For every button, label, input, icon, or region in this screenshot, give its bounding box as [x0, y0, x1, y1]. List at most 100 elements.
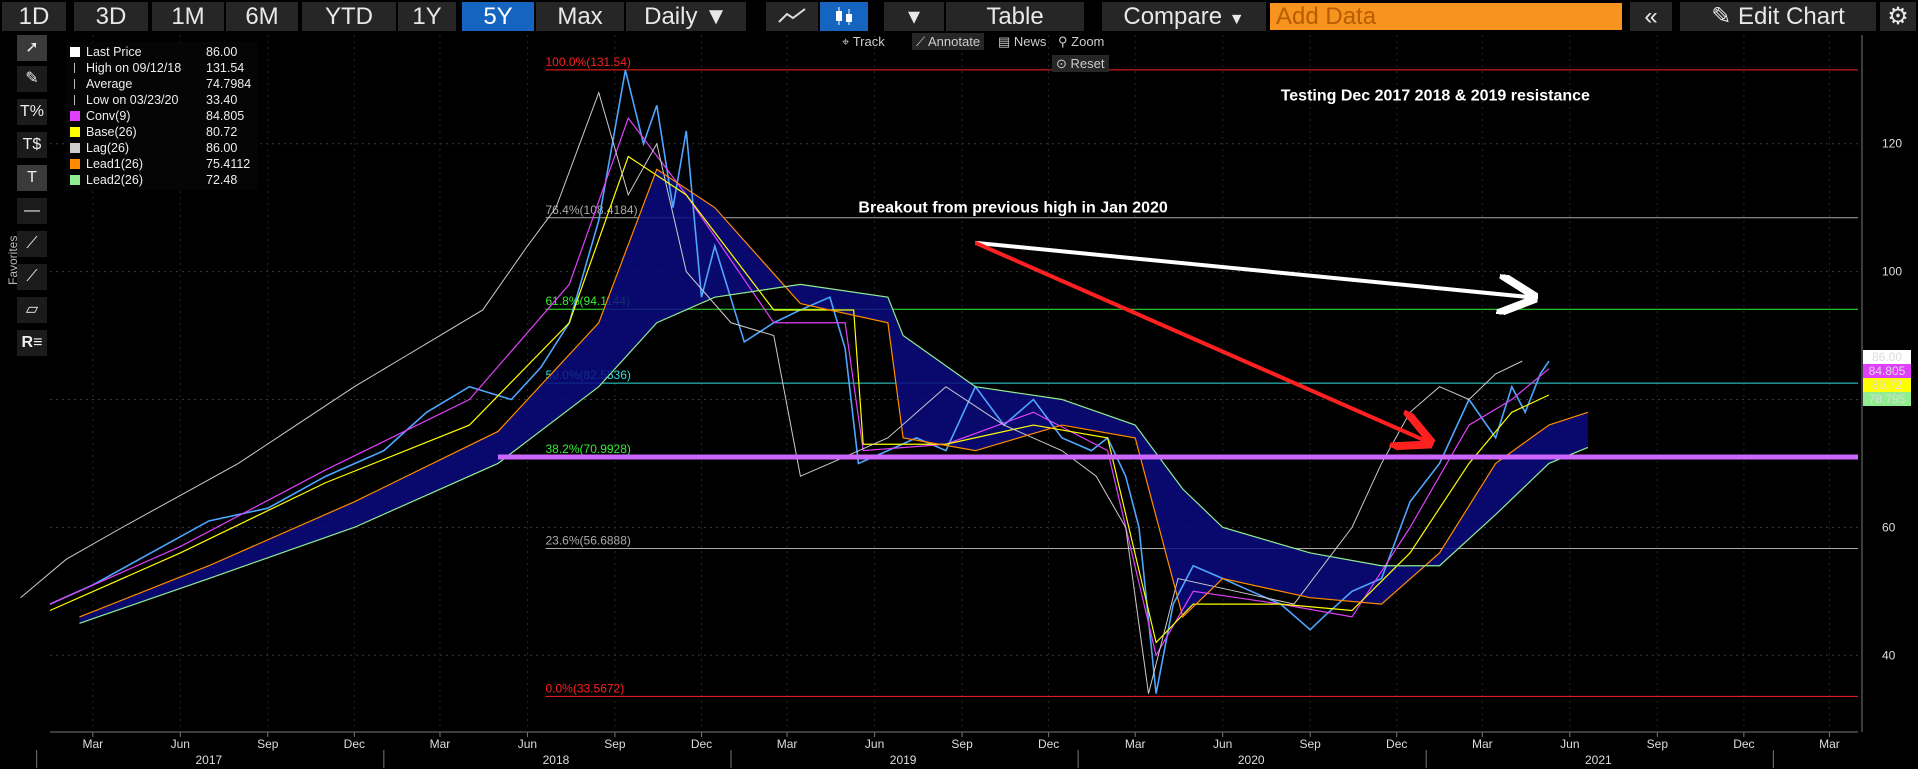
- frequency-dropdown[interactable]: Daily ▼: [626, 2, 746, 31]
- year-label: 2017: [195, 753, 222, 767]
- period-button-max[interactable]: Max: [536, 2, 624, 31]
- legend-value: 33.40: [206, 93, 238, 107]
- legend-value: 86.00: [206, 45, 238, 59]
- legend-swatch: [70, 111, 80, 121]
- x-tick-label: Mar: [1819, 737, 1840, 751]
- price-tag: 84.805: [1869, 364, 1906, 378]
- pen-icon: ✎: [25, 70, 39, 87]
- legend-item[interactable]: Low on 03/23/20 33.40: [66, 92, 258, 108]
- legend-label: Last Price: [86, 45, 142, 59]
- x-tick-label: Mar: [430, 737, 451, 751]
- period-button-6m[interactable]: 6M: [226, 2, 298, 31]
- legend-item[interactable]: Base(26) 80.72: [66, 124, 258, 140]
- horizontal-line-icon: —: [24, 202, 40, 219]
- reset-label: Reset: [1070, 56, 1105, 71]
- legend-item[interactable]: Lag(26) 86.00: [66, 140, 258, 156]
- compare-label: Compare: [1123, 3, 1223, 30]
- channel-icon: ▱: [25, 301, 39, 318]
- x-tick-label: Mar: [1125, 737, 1146, 751]
- regression-tool[interactable]: R≡: [17, 330, 47, 356]
- reset-button[interactable]: ⊙ Reset: [1052, 55, 1109, 72]
- legend-value: 80.72: [206, 125, 238, 139]
- legend-swatch: [70, 175, 80, 185]
- drawing-toolbar: ➚ ✎ T% T$ T — ⟋ ⟋ ▱ R≡ Favorites: [0, 33, 48, 356]
- legend-item[interactable]: Lead1(26) 75.4112: [66, 156, 258, 172]
- table-button[interactable]: Table: [946, 2, 1084, 31]
- legend-label: Lag(26): [86, 141, 130, 155]
- period-button-1y[interactable]: 1Y: [398, 2, 456, 31]
- x-tick-label: Sep: [604, 737, 626, 751]
- track-button[interactable]: ⌖ Track: [842, 33, 885, 50]
- period-button-1m[interactable]: 1M: [152, 2, 224, 31]
- x-tick-label: Jun: [865, 737, 884, 751]
- line-chart-type-button[interactable]: [766, 2, 818, 31]
- chart-type-dropdown[interactable]: ▾: [884, 2, 944, 31]
- ray-tool[interactable]: ⟋: [17, 264, 47, 290]
- dollar-tool[interactable]: T$: [17, 132, 47, 158]
- legend-item[interactable]: Lead2(26) 72.48: [66, 172, 258, 188]
- annotate-button[interactable]: ⟋ Annotate: [912, 33, 985, 50]
- collapse-button[interactable]: «: [1630, 2, 1672, 31]
- favorites-label: Favorites: [6, 235, 20, 285]
- x-tick-label: Jun: [1213, 737, 1232, 751]
- trendline-tool[interactable]: ⟋: [17, 231, 47, 257]
- x-tick-label: Dec: [344, 737, 365, 751]
- compare-dropdown[interactable]: Compare ▼: [1102, 2, 1266, 31]
- legend-item[interactable]: Last Price 86.00: [66, 44, 258, 60]
- regression-icon: R≡: [21, 334, 43, 351]
- dollar-icon: T$: [22, 136, 42, 153]
- year-label: 2018: [543, 753, 570, 767]
- y-tick-label: 40: [1882, 648, 1896, 662]
- fibonacci-label: 100.0%(131.54): [546, 55, 631, 69]
- zoom-label: Zoom: [1071, 34, 1105, 49]
- settings-button[interactable]: ⚙: [1880, 2, 1916, 31]
- percent-tool[interactable]: T%: [17, 99, 47, 125]
- year-label: 2019: [890, 753, 917, 767]
- cursor-tool[interactable]: ➚: [17, 35, 47, 61]
- legend: Last Price 86.00 High on 09/12/18 131.54 Ave…: [66, 42, 258, 190]
- annotate-icon: ⟋: [916, 34, 926, 49]
- fibonacci-label: 0.0%(33.5672): [546, 681, 625, 695]
- edit-chart-label: Edit Chart: [1738, 3, 1845, 30]
- period-button-3d[interactable]: 3D: [74, 2, 148, 31]
- pencil-icon: ✎: [1711, 3, 1732, 30]
- fibonacci-label: 23.6%(56.6888): [546, 534, 631, 548]
- top-toolbar: 1D 3D 1M 6M YTD 1Y 5Y Max Daily ▼ ▾ Table Compa…: [0, 0, 1918, 33]
- gear-icon: ⚙: [1887, 3, 1909, 30]
- chevron-down-icon: ▼: [704, 3, 728, 30]
- legend-label: Lead2(26): [86, 173, 143, 187]
- pen-tool[interactable]: ✎: [17, 66, 47, 92]
- channel-tool[interactable]: ▱: [17, 297, 47, 323]
- x-tick-label: Jun: [518, 737, 537, 751]
- edit-chart-button[interactable]: ✎ Edit Chart: [1680, 2, 1876, 31]
- x-tick-label: Dec: [1386, 737, 1407, 751]
- legend-label: High on 09/12/18: [86, 61, 182, 75]
- legend-swatch: [74, 79, 76, 89]
- chevron-down-icon: ▾: [907, 3, 921, 30]
- trendline-icon: ⟋: [26, 235, 38, 252]
- news-button[interactable]: ▤ News: [998, 33, 1046, 50]
- magnifier-icon: ⚲: [1058, 34, 1068, 49]
- legend-label: Average: [86, 77, 133, 91]
- candlestick-icon: [836, 7, 852, 25]
- x-tick-label: Dec: [1733, 737, 1754, 751]
- percent-icon: T%: [20, 103, 44, 120]
- period-button-1d[interactable]: 1D: [2, 2, 66, 31]
- horizontal-line-tool[interactable]: —: [17, 198, 47, 224]
- year-label: 2020: [1238, 753, 1265, 767]
- price-tag: 78.795: [1869, 392, 1906, 406]
- text-tool[interactable]: T: [17, 165, 47, 191]
- candle-chart-type-button[interactable]: [820, 2, 868, 31]
- period-button-5y[interactable]: 5Y: [462, 2, 534, 31]
- news-icon: ▤: [998, 34, 1011, 49]
- x-tick-label: Mar: [82, 737, 103, 751]
- legend-item[interactable]: Average 74.7984: [66, 76, 258, 92]
- legend-item[interactable]: Conv(9) 84.805: [66, 108, 258, 124]
- annotation-breakout: Breakout from previous high in Jan 2020: [858, 200, 1168, 217]
- zoom-button[interactable]: ⚲ Zoom: [1058, 33, 1104, 50]
- y-tick-label: 120: [1882, 137, 1902, 151]
- add-data-input[interactable]: Add Data: [1270, 3, 1622, 30]
- period-button-ytd[interactable]: YTD: [302, 2, 396, 31]
- track-label: Track: [852, 34, 885, 49]
- legend-item[interactable]: High on 09/12/18 131.54: [66, 60, 258, 76]
